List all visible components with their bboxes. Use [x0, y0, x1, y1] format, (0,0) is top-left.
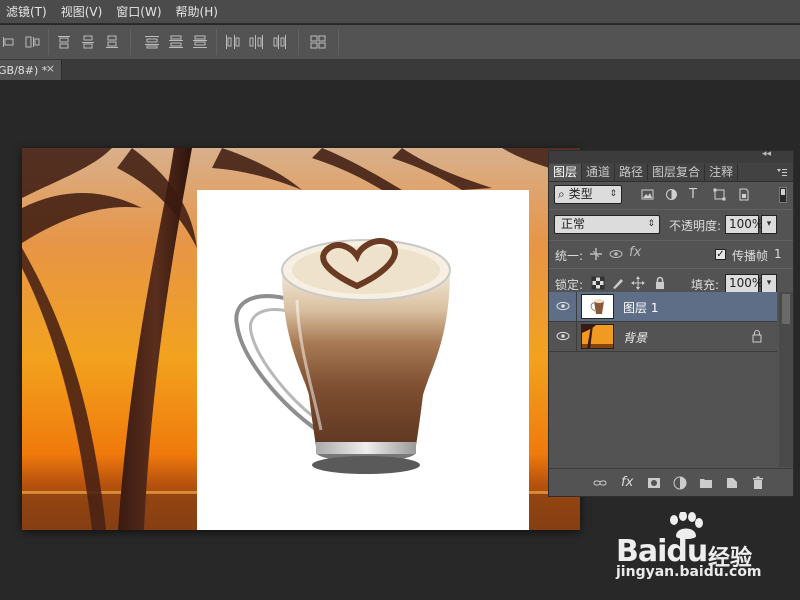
align-vertical-centers-icon[interactable]: [80, 34, 96, 50]
unify-position-icon[interactable]: [589, 247, 603, 261]
eye-icon: [556, 301, 570, 311]
tab-layers[interactable]: 图层: [549, 164, 583, 181]
layer-1-content: [197, 190, 529, 530]
document-tab-label: GB/8#) *: [0, 63, 48, 77]
distribute-right-icon[interactable]: [272, 34, 288, 50]
panel-tab-strip: 图层 通道 路径 图层复合 注释: [549, 163, 793, 182]
blend-mode-select[interactable]: 正常 ⇕: [554, 215, 660, 234]
link-layers-icon[interactable]: [593, 476, 607, 490]
distribute-hcenter-icon[interactable]: [248, 34, 264, 50]
new-group-icon[interactable]: [699, 476, 713, 490]
unify-row: 统一: fx ✓ 传播帧 1: [549, 241, 793, 268]
shape-filter-icon[interactable]: [713, 188, 726, 201]
scrollbar-thumb[interactable]: [782, 294, 790, 324]
select-arrows-icon: ⇕: [609, 189, 617, 199]
options-separator: [130, 29, 131, 55]
propagate-frame-number: 1: [774, 247, 782, 261]
fill-field[interactable]: 100%: [725, 274, 763, 293]
options-separator: [338, 29, 339, 55]
unify-visibility-icon[interactable]: [609, 247, 623, 261]
filter-kind-label: 类型: [568, 187, 593, 201]
align-top-edges-icon[interactable]: [56, 34, 72, 50]
options-separator: [298, 29, 299, 55]
delete-layer-icon[interactable]: [751, 476, 765, 490]
fill-dropdown-icon[interactable]: ▾: [761, 274, 777, 293]
filter-kind-select[interactable]: ⌕ 类型 ⇕: [554, 185, 622, 204]
propagate-frame-label: 传播帧: [732, 249, 769, 263]
opacity-label: 不透明度:: [669, 219, 722, 233]
menu-filter[interactable]: 滤镜(T): [0, 0, 54, 24]
add-mask-icon[interactable]: [647, 476, 661, 490]
visibility-toggle[interactable]: [549, 292, 577, 321]
type-filter-icon[interactable]: T: [689, 188, 702, 201]
lock-transparent-icon[interactable]: [591, 276, 605, 290]
document-canvas[interactable]: [22, 148, 580, 530]
new-adjustment-icon[interactable]: [673, 476, 687, 490]
distribute-bottom-icon[interactable]: [192, 34, 208, 50]
menu-view[interactable]: 视图(V): [54, 0, 110, 24]
background-layer-name: 背景: [623, 331, 648, 345]
options-separator: [216, 29, 217, 55]
distribute-vcenter-icon[interactable]: [168, 34, 184, 50]
align-bottom-edges-icon[interactable]: [104, 34, 120, 50]
auto-align-icon[interactable]: [310, 34, 326, 50]
layer-1-name: 图层 1: [623, 301, 659, 315]
distribute-top-icon[interactable]: [144, 34, 160, 50]
menu-window[interactable]: 窗口(W): [109, 0, 168, 24]
select-arrows-icon: ⇕: [647, 219, 655, 229]
blend-mode-value: 正常: [561, 217, 586, 231]
pixel-filter-icon[interactable]: [641, 188, 654, 201]
document-tab[interactable]: GB/8#) * ×: [0, 60, 62, 80]
adjustment-filter-icon[interactable]: [665, 188, 678, 201]
smart-object-filter-icon[interactable]: [737, 188, 750, 201]
collapse-panel-icon[interactable]: ◂◂: [762, 149, 771, 159]
panel-menu-icon[interactable]: [777, 165, 787, 176]
opacity-field[interactable]: 100%: [725, 215, 763, 234]
layer-row-background[interactable]: 背景: [549, 322, 777, 352]
layer-row-layer-1[interactable]: 图层 1: [549, 292, 777, 322]
align-horizontal-centers-icon[interactable]: [24, 34, 40, 50]
background-thumbnail: [581, 324, 614, 349]
filter-toggle-switch[interactable]: [779, 187, 787, 203]
menu-bar: 滤镜(T) 视图(V) 窗口(W) 帮助(H): [0, 0, 800, 24]
new-layer-icon[interactable]: [725, 476, 739, 490]
tab-notes[interactable]: 注释: [705, 164, 739, 181]
fx-icon[interactable]: fx: [621, 476, 635, 490]
layers-list: 图层 1 背景: [549, 292, 777, 467]
close-tab-icon[interactable]: ×: [46, 62, 55, 75]
lock-position-icon[interactable]: [631, 276, 645, 290]
panel-title-strip: ◂◂: [549, 149, 793, 163]
lock-image-icon[interactable]: [611, 276, 625, 290]
lock-label: 锁定:: [555, 278, 584, 292]
layers-scrollbar[interactable]: [779, 292, 793, 467]
distribute-left-icon[interactable]: [224, 34, 240, 50]
watermark-url: jingyan.baidu.com: [616, 564, 762, 580]
search-icon: ⌕: [558, 187, 565, 201]
fill-label: 填充:: [691, 278, 720, 292]
document-tab-bar: GB/8#) * ×: [0, 60, 800, 80]
baidu-jingyan-watermark: Baidu 经验 jingyan.baidu.com: [606, 512, 766, 584]
options-separator: [48, 29, 49, 55]
layer-filter-row: ⌕ 类型 ⇕ T: [549, 182, 793, 209]
eye-icon: [556, 331, 570, 341]
tab-layer-comps[interactable]: 图层复合: [648, 164, 706, 181]
unify-label: 统一:: [555, 249, 584, 263]
align-left-edges-icon[interactable]: [2, 34, 18, 50]
opacity-dropdown-icon[interactable]: ▾: [761, 215, 777, 234]
tab-paths[interactable]: 路径: [615, 164, 649, 181]
layers-panel: ◂◂ 图层 通道 路径 图层复合 注释 ⌕ 类型 ⇕ T 正常 ⇕ 不透明度: …: [548, 149, 794, 497]
layers-panel-footer: fx: [549, 468, 793, 496]
coffee-cup-image: [234, 238, 451, 474]
blend-row: 正常 ⇕ 不透明度: 100% ▾: [549, 210, 793, 240]
visibility-toggle[interactable]: [549, 322, 577, 351]
propagate-frame-checkbox[interactable]: ✓: [715, 249, 726, 260]
unify-style-icon[interactable]: fx: [629, 245, 643, 260]
menu-help[interactable]: 帮助(H): [169, 0, 225, 24]
layer-1-thumbnail: [581, 294, 614, 319]
tab-channels[interactable]: 通道: [582, 164, 616, 181]
lock-all-icon[interactable]: [653, 276, 667, 290]
lock-icon: [751, 330, 763, 343]
options-bar: [0, 25, 800, 60]
